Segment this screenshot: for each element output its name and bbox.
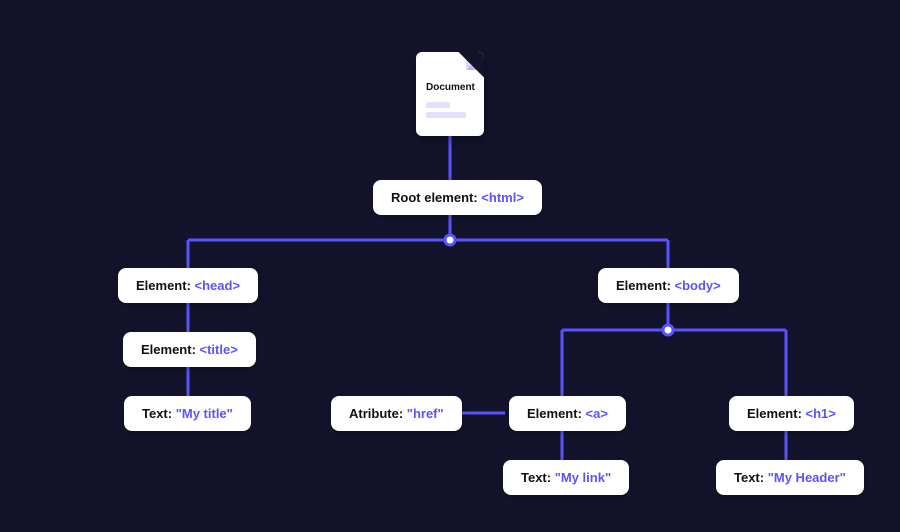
node-tag: <body> (675, 278, 721, 293)
node-prefix: Text: (142, 406, 176, 421)
node-tag: <head> (195, 278, 241, 293)
node-value: "My title" (176, 406, 233, 421)
node-prefix: Element: (527, 406, 586, 421)
node-value: "My link" (555, 470, 611, 485)
node-value: "href" (407, 406, 444, 421)
node-prefix: Element: (747, 406, 806, 421)
node-text-my-link: Text: "My link" (503, 460, 629, 495)
document-label: Document (426, 82, 475, 93)
node-element-a: Element: <a> (509, 396, 626, 431)
node-text-my-title: Text: "My title" (124, 396, 251, 431)
node-prefix: Element: (141, 342, 200, 357)
node-value: "My Header" (768, 470, 846, 485)
document-icon: Document (416, 52, 484, 136)
node-root-html: Root element: <html> (373, 180, 542, 215)
node-element-body: Element: <body> (598, 268, 739, 303)
node-prefix: Root element: (391, 190, 481, 205)
node-tag: <title> (200, 342, 238, 357)
node-tag: <html> (481, 190, 524, 205)
node-prefix: Text: (521, 470, 555, 485)
node-tag: <h1> (806, 406, 836, 421)
node-attribute-href: Atribute: "href" (331, 396, 462, 431)
node-prefix: Element: (136, 278, 195, 293)
node-prefix: Element: (616, 278, 675, 293)
dom-tree-diagram: Document Root element: <html> Element: <… (0, 0, 900, 532)
node-element-title: Element: <title> (123, 332, 256, 367)
node-element-h1: Element: <h1> (729, 396, 854, 431)
node-prefix: Atribute: (349, 406, 407, 421)
node-element-head: Element: <head> (118, 268, 258, 303)
node-tag: <a> (586, 406, 608, 421)
node-text-my-header: Text: "My Header" (716, 460, 864, 495)
node-prefix: Text: (734, 470, 768, 485)
